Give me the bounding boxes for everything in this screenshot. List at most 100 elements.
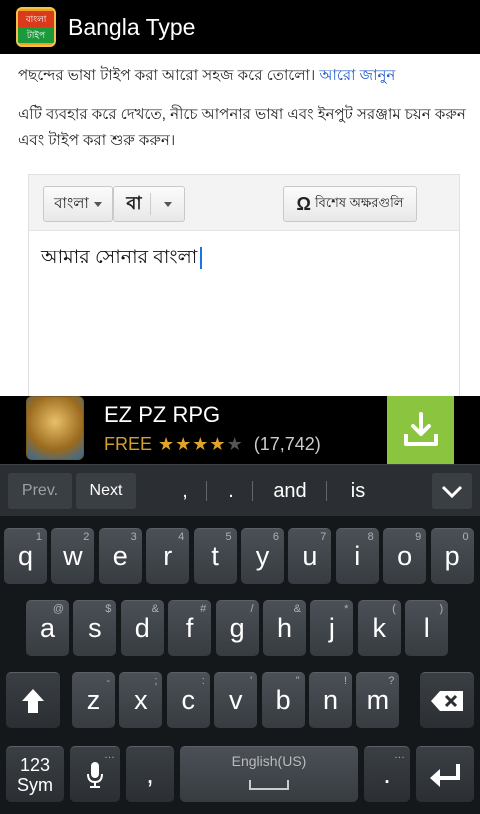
key-w[interactable]: 2w <box>51 528 95 584</box>
suggestion-word-and[interactable]: and <box>262 473 318 509</box>
typed-text: আমার সোনার বাংলা <box>41 247 198 268</box>
mic-icon <box>87 761 103 788</box>
key-hint: & <box>151 603 159 615</box>
input-tools-editor: বাংলা বা Ω বিশেষ অক্ষরগুলি আমার সোনার বা… <box>28 174 460 396</box>
key-label: x <box>134 685 148 715</box>
key-x[interactable]: ; x <box>119 672 163 728</box>
key-p[interactable]: 0p <box>430 528 474 584</box>
key-r[interactable]: 4r <box>146 528 190 584</box>
key-label: q <box>17 541 34 571</box>
key-h[interactable]: & h <box>263 600 306 656</box>
keyboard: 1q2w3e4r5t6y7u8i9o0p @ a $ s & d # f / g & h * j(k) l … <box>0 516 480 814</box>
rating-stars-icon: ★★★★★ <box>158 434 244 454</box>
input-tool-button[interactable]: বা <box>113 186 185 222</box>
key-hint: * <box>344 603 349 615</box>
voice-input-key[interactable]: … <box>70 746 120 802</box>
key-y[interactable]: 6y <box>241 528 284 584</box>
symbols-key-label-2: Sym <box>17 774 53 795</box>
collapse-keyboard-button[interactable] <box>432 473 472 509</box>
divider <box>326 481 327 501</box>
special-characters-button[interactable]: Ω বিশেষ অক্ষরগুলি <box>283 186 417 222</box>
key-label: w <box>63 541 83 571</box>
space-key[interactable]: English(US) <box>180 746 358 802</box>
key-a[interactable]: @ a <box>26 600 69 656</box>
key-q[interactable]: 1q <box>4 528 47 584</box>
key-label: c <box>181 685 196 715</box>
key-d[interactable]: & d <box>120 600 164 656</box>
ad-banner[interactable]: EZ PZ RPG FREE ★★★★★ (17,742) <box>0 396 480 464</box>
key-m[interactable]: ? m <box>356 672 400 728</box>
intro-text: পছন্দের ভাষা টাইপ করা আরো সহজ করে তোলো। <box>18 67 320 84</box>
key-u[interactable]: 7u <box>288 528 332 584</box>
key-label: b <box>275 685 291 715</box>
key-k[interactable]: (k <box>357 600 401 656</box>
key-hint: ( <box>392 603 396 615</box>
instructions-paragraph: এটি ব্যবহার করে দেখতে, নীচে আপনার ভাষা এ… <box>18 106 466 149</box>
key-label: t <box>211 541 219 571</box>
editor-text-area[interactable]: আমার সোনার বাংলা <box>41 243 203 275</box>
mic-hint: … <box>104 749 115 761</box>
language-label: বাংলা <box>54 194 89 212</box>
period-key[interactable]: … . <box>364 746 410 802</box>
key-l[interactable]: ) l <box>405 600 449 656</box>
enter-key[interactable] <box>416 746 474 802</box>
suggestion-comma[interactable]: , <box>170 473 200 509</box>
key-b[interactable]: " b <box>261 672 305 728</box>
key-hint: ) <box>439 603 444 615</box>
key-e[interactable]: 3e <box>98 528 142 584</box>
download-icon <box>403 412 438 446</box>
key-hint: 0 <box>462 531 469 543</box>
key-s[interactable]: $ s <box>73 600 117 656</box>
key-v[interactable]: ' v <box>214 672 258 728</box>
key-label: a <box>39 613 56 643</box>
key-hint: $ <box>105 603 112 615</box>
key-label: z <box>86 685 101 715</box>
symbols-key[interactable]: 123 Sym <box>6 746 64 802</box>
shift-icon <box>22 688 44 713</box>
key-t[interactable]: 5t <box>193 528 237 584</box>
empty-star: ★ <box>226 434 244 454</box>
key-label: o <box>397 541 413 571</box>
key-label: g <box>229 613 245 643</box>
chevron-down-icon <box>441 485 463 499</box>
key-label: s <box>88 613 102 643</box>
key-c[interactable]: :c <box>166 672 210 728</box>
key-hint: - <box>106 675 110 687</box>
action-bar: বাংলা টাইপ Bangla Type <box>0 0 480 54</box>
app-icon[interactable]: বাংলা টাইপ <box>16 7 56 47</box>
key-label: h <box>276 613 293 643</box>
key-j[interactable]: * j <box>310 600 354 656</box>
language-select-button[interactable]: বাংলা <box>43 186 113 222</box>
key-label: v <box>228 685 243 715</box>
key-hint: 6 <box>272 531 279 543</box>
symbols-key-label-1: 123 <box>19 754 51 775</box>
next-field-button[interactable]: Next <box>76 473 136 509</box>
key-hint: 4 <box>178 531 185 543</box>
key-label: d <box>134 613 150 643</box>
suggestion-period[interactable]: . <box>216 473 246 509</box>
period-key-label: . <box>383 759 391 789</box>
key-label: m <box>366 685 390 715</box>
key-hint: 7 <box>320 531 327 543</box>
download-button[interactable] <box>387 396 454 464</box>
key-label: f <box>185 613 194 643</box>
key-label: r <box>163 541 173 571</box>
shift-key[interactable] <box>6 672 60 728</box>
learn-more-link[interactable]: আরো জানুন <box>319 67 395 84</box>
suggestion-word-is[interactable]: is <box>336 473 380 509</box>
key-f[interactable]: # f <box>168 600 212 656</box>
backspace-key[interactable] <box>420 672 474 728</box>
key-z[interactable]: -z <box>72 672 115 728</box>
key-hint: & <box>293 603 301 615</box>
key-n[interactable]: ! n <box>309 672 352 728</box>
key-hint: 2 <box>83 531 90 543</box>
key-o[interactable]: 9o <box>383 528 427 584</box>
key-hint: " <box>295 675 300 687</box>
prev-field-button[interactable]: Prev. <box>8 473 72 509</box>
key-label: y <box>255 541 270 571</box>
comma-key[interactable]: , <box>126 746 174 802</box>
key-label: n <box>322 685 339 715</box>
key-i[interactable]: 8i <box>335 528 379 584</box>
key-hint: : <box>201 675 205 687</box>
key-g[interactable]: / g <box>215 600 259 656</box>
